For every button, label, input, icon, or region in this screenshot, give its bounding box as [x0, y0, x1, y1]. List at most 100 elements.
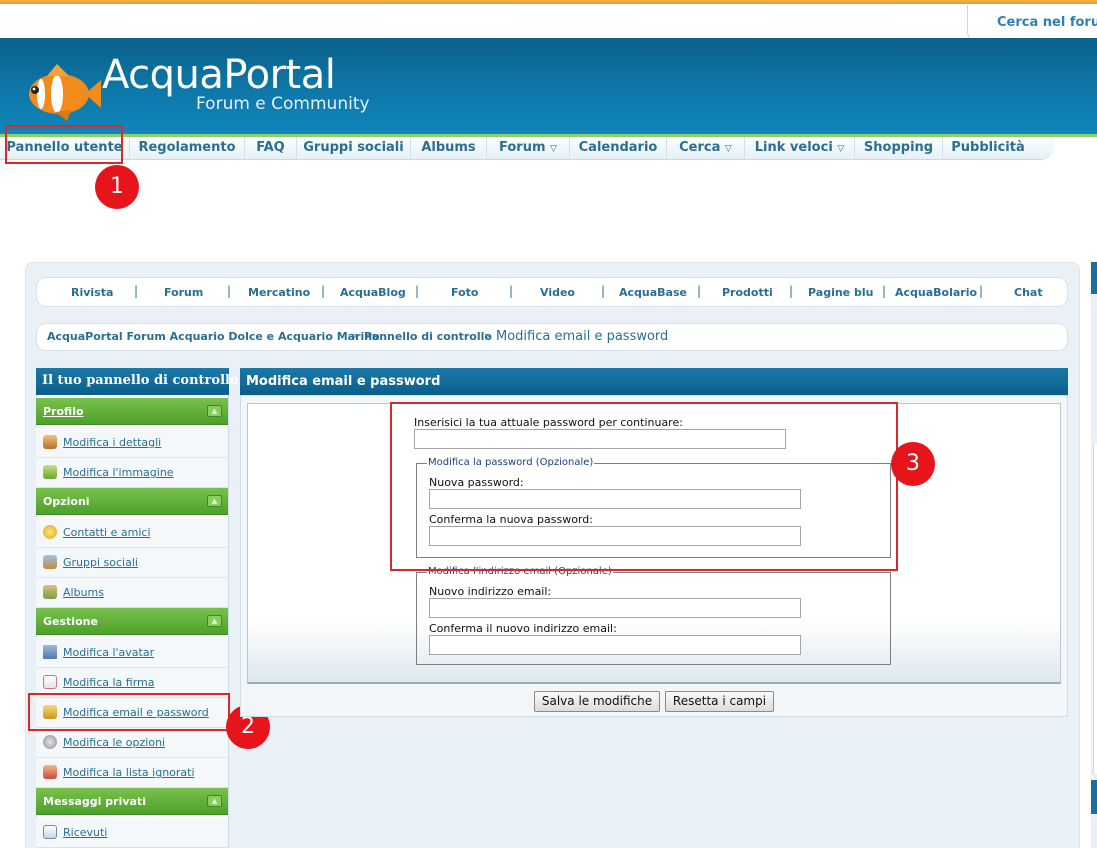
quick-link-separator: |: [227, 284, 232, 298]
nav-label: Albums: [421, 140, 476, 155]
nav-label: Cerca: [679, 140, 721, 155]
sidebar-item-label: Contatti e amici: [63, 526, 151, 539]
nav-label: Gruppi sociali: [303, 140, 404, 155]
confirm-email-label: Conferma il nuovo indirizzo email:: [429, 622, 617, 635]
collapse-toggle-icon[interactable]: ▲: [207, 615, 222, 627]
nav-label: Forum: [499, 140, 546, 155]
sidebar-item-label: Ricevuti: [63, 826, 108, 839]
sidebar-item-label: Modifica l'immagine: [63, 466, 174, 479]
picture-edit-icon: [43, 465, 57, 479]
sidebar-section-opzioni[interactable]: Opzioni ▲: [36, 488, 228, 515]
nav-faq[interactable]: FAQ: [245, 137, 297, 160]
nav-label: Pubblicità: [951, 140, 1025, 155]
quick-link-forum[interactable]: Forum: [164, 286, 203, 299]
quick-link-acquabase[interactable]: AcquaBase: [619, 286, 687, 299]
sidebar-item-label: Modifica i dettagli: [63, 436, 162, 449]
new-email-label: Nuovo indirizzo email:: [429, 585, 552, 598]
quick-link-separator: |: [415, 284, 420, 298]
collapse-toggle-icon[interactable]: ▲: [207, 795, 222, 807]
sidebar-item-modifica-avatar[interactable]: Modifica l'avatar: [36, 638, 228, 668]
nav-cerca[interactable]: Cerca ▽: [667, 137, 745, 160]
breadcrumb-control-panel[interactable]: Pannello di controllo: [364, 330, 492, 343]
sidebar-item-contatti-amici[interactable]: Contatti e amici: [36, 518, 228, 548]
sidebar-item-label: Gruppi sociali: [63, 556, 138, 569]
nav-shopping[interactable]: Shopping: [855, 137, 943, 160]
sidebar-item-albums[interactable]: Albums: [36, 578, 228, 608]
sidebar-item-modifica-dettagli[interactable]: Modifica i dettagli: [36, 428, 228, 458]
sidebar-item-label: Modifica l'avatar: [63, 646, 155, 659]
nav-label: Shopping: [863, 140, 934, 155]
breadcrumb-separator: »: [484, 329, 491, 342]
sidebar-section-messaggi-privati[interactable]: Messaggi privati ▲: [36, 788, 228, 815]
nav-regolamento[interactable]: Regolamento: [130, 137, 245, 160]
quick-link-separator: |: [789, 284, 794, 298]
quick-link-acquablog[interactable]: AcquaBlog: [340, 286, 406, 299]
album-icon: [43, 585, 57, 599]
quick-link-mercatino[interactable]: Mercatino: [248, 286, 310, 299]
save-button[interactable]: Salva le modifiche: [534, 691, 660, 712]
breadcrumb-home[interactable]: AcquaPortal Forum Acquario Dolce e Acqua…: [47, 330, 380, 343]
quick-link-foto[interactable]: Foto: [451, 286, 478, 299]
breadcrumb-separator: »: [351, 329, 358, 342]
site-subtitle: Forum e Community: [196, 94, 370, 114]
collapse-toggle-icon[interactable]: ▲: [207, 405, 222, 417]
section-label: Messaggi privati: [43, 795, 146, 808]
section-label: Gestione: [43, 615, 98, 628]
dropdown-triangle-icon: ▽: [550, 144, 557, 154]
new-email-input[interactable]: [429, 598, 801, 618]
signature-icon: [43, 675, 57, 689]
quick-link-separator: |: [321, 284, 326, 298]
site-header: AcquaPortal Forum e Community: [0, 38, 1097, 134]
site-title: AcquaPortal: [102, 52, 336, 98]
nav-calendario[interactable]: Calendario: [570, 137, 667, 160]
annotation-box-3: [390, 402, 898, 571]
quick-link-prodotti[interactable]: Prodotti: [722, 286, 773, 299]
forum-search-label[interactable]: Cerca nel forum: [997, 15, 1097, 30]
confirm-email-input[interactable]: [429, 635, 801, 655]
sidebar-item-modifica-immagine[interactable]: Modifica l'immagine: [36, 458, 228, 488]
quick-link-chat[interactable]: Chat: [1014, 286, 1043, 299]
nav-link-veloci[interactable]: Link veloci ▽: [745, 137, 855, 160]
collapse-toggle-icon[interactable]: ▲: [207, 495, 222, 507]
sidebar-item-label: Modifica la lista ignorati: [63, 766, 195, 779]
reset-button[interactable]: Resetta i campi: [665, 691, 774, 712]
dropdown-triangle-icon: ▽: [724, 144, 732, 154]
right-column-panel: [1093, 444, 1097, 774]
quick-link-pagine-blu[interactable]: Pagine blu: [808, 286, 873, 299]
breadcrumb-current: Modifica email e password: [496, 329, 669, 344]
sidebar-item-modifica-opzioni[interactable]: Modifica le opzioni: [36, 728, 228, 758]
nav-forum[interactable]: Forum ▽: [487, 137, 570, 160]
nav-label: Calendario: [578, 140, 658, 155]
sidebar-item-gruppi-sociali[interactable]: Gruppi sociali: [36, 548, 228, 578]
right-column: [1091, 262, 1097, 848]
section-label: Opzioni: [43, 495, 90, 508]
panel-title: Modifica email e password: [240, 368, 1068, 395]
quick-link-acquabolario[interactable]: AcquaBolario: [895, 286, 977, 299]
avatar-icon: [43, 645, 57, 659]
sidebar-item-lista-ignorati[interactable]: Modifica la lista ignorati: [36, 758, 228, 788]
annotation-box-1: [5, 125, 123, 164]
quick-link-rivista[interactable]: Rivista: [71, 286, 113, 299]
quick-link-separator: |: [601, 284, 606, 298]
nav-albums[interactable]: Albums: [411, 137, 487, 160]
annotation-box-2: [28, 693, 230, 731]
nav-label: Regolamento: [138, 140, 236, 155]
quick-link-separator: |: [979, 284, 984, 298]
quick-link-separator: |: [697, 284, 702, 298]
quick-link-video[interactable]: Video: [540, 286, 575, 299]
sidebar-item-label: Modifica la firma: [63, 676, 155, 689]
nav-gruppi-sociali[interactable]: Gruppi sociali: [297, 137, 411, 160]
sidebar-section-gestione[interactable]: Gestione ▲: [36, 608, 228, 635]
inbox-icon: [43, 825, 57, 839]
nav-pubblicita[interactable]: Pubblicità: [943, 137, 1033, 160]
section-label: Profilo: [43, 405, 84, 418]
smiley-icon: [43, 525, 57, 539]
sidebar-section-profilo[interactable]: Profilo ▲: [36, 398, 228, 425]
sidebar-item-ricevuti[interactable]: Ricevuti: [36, 818, 228, 848]
user-edit-icon: [43, 435, 57, 449]
top-accent-line: [0, 0, 1097, 4]
main-navbar: Pannello utente Regolamento FAQ Gruppi s…: [0, 134, 1097, 160]
right-column-header-2: [1091, 780, 1097, 814]
clownfish-logo-icon: [29, 64, 101, 121]
quick-link-separator: |: [509, 284, 514, 298]
